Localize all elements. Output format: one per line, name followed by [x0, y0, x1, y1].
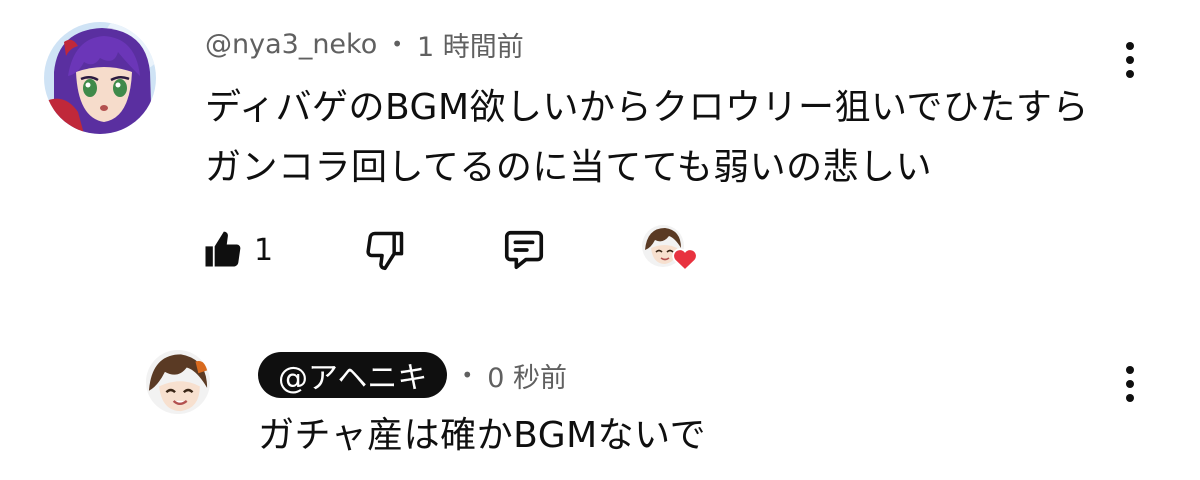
- dislike-button[interactable]: [363, 228, 407, 272]
- comment-body: ディバゲのBGM欲しいからクロウリー狙いでひたすら ガンコラ回してるのに当てても…: [205, 78, 1135, 198]
- like-count: 1: [254, 232, 274, 268]
- heart-icon: [672, 248, 698, 272]
- kebab-dot: [1126, 42, 1134, 50]
- comment-action-bar: 1: [200, 222, 701, 278]
- kebab-dot: [1126, 70, 1134, 78]
- reply-avatar[interactable]: [146, 350, 210, 414]
- comment-meta: @nya3_neko • 1 時間前: [205, 24, 524, 64]
- reply-more-button[interactable]: [1118, 364, 1142, 404]
- creator-heart-badge[interactable]: [641, 224, 701, 276]
- anime-boy-avatar-icon: [146, 350, 210, 414]
- meta-separator: •: [391, 32, 404, 56]
- comment-bubble-icon: [505, 230, 544, 270]
- comment-more-button[interactable]: [1118, 40, 1142, 80]
- commenter-avatar[interactable]: [44, 22, 156, 134]
- comment-author[interactable]: @nya3_neko: [205, 29, 377, 60]
- kebab-dot: [1126, 394, 1134, 402]
- reply-timestamp[interactable]: 0 秒前: [487, 356, 567, 395]
- reply-meta: @アヘニキ • 0 秒前: [258, 351, 567, 399]
- thumbs-up-filled-icon: [205, 231, 241, 267]
- meta-separator: •: [461, 363, 474, 387]
- kebab-dot: [1126, 366, 1134, 374]
- anime-girl-avatar-icon: [44, 22, 156, 134]
- kebab-dot: [1126, 380, 1134, 388]
- comment-timestamp[interactable]: 1 時間前: [417, 25, 524, 64]
- kebab-dot: [1126, 56, 1134, 64]
- comment-text-line: ディバゲのBGM欲しいからクロウリー狙いでひたすら: [205, 87, 1089, 128]
- reply-body: ガチャ産は確かBGMないで: [258, 415, 707, 456]
- reply-author-chip[interactable]: @アヘニキ: [258, 352, 448, 398]
- reply-button[interactable]: [501, 227, 547, 273]
- thumbs-down-outline-icon: [366, 231, 404, 271]
- like-button[interactable]: 1: [200, 228, 273, 272]
- comment-text-line: ガンコラ回してるのに当てても弱いの悲しい: [205, 147, 933, 188]
